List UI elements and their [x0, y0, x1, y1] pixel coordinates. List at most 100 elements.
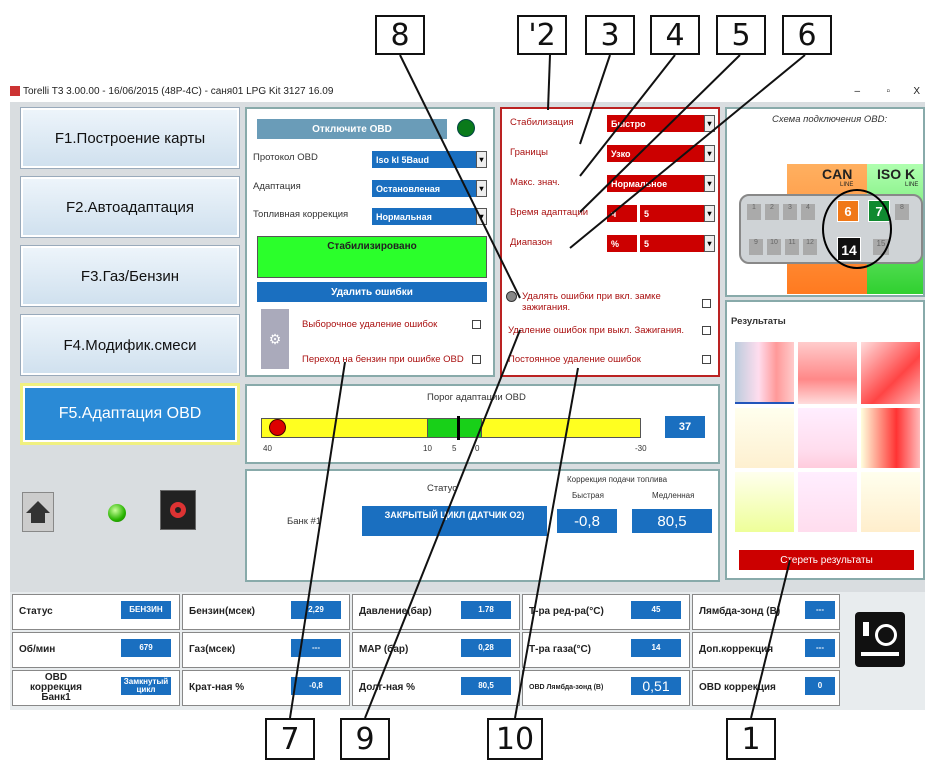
- chevron-down-icon: ▾: [704, 145, 715, 162]
- chevron-down-icon: ▾: [476, 151, 487, 168]
- obd-control-panel: Отключите OBD Протокол OBD Iso kl 5Baud ▾…: [245, 107, 495, 377]
- del-perm-checkbox[interactable]: [702, 355, 711, 364]
- fuel-correction-label: Топливная коррекция: [253, 209, 349, 220]
- status-readout: Статус БЕНЗИН: [12, 594, 180, 630]
- stab-select[interactable]: Быстро ▾: [607, 115, 715, 132]
- pin-12: 12: [803, 239, 817, 255]
- threshold-panel: Порог адаптации OBD 40 10 5 0 -30 37: [245, 384, 720, 464]
- bottom-readouts: Статус БЕНЗИН Об/мин 679 OBD коррекция Бан…: [10, 592, 925, 710]
- switch-petrol-label: Переход на бензин при ошибке OBD: [302, 354, 464, 365]
- del-off-label: Удаление ошибок при выкл. Зажигания.: [508, 325, 685, 336]
- delete-errors-button[interactable]: Удалить ошибки: [257, 282, 487, 302]
- callout-1: 1: [726, 718, 776, 760]
- status-led-icon: [108, 504, 126, 522]
- chevron-down-icon: ▾: [704, 235, 715, 252]
- selective-delete-checkbox[interactable]: [472, 320, 481, 329]
- results-cell: [798, 342, 857, 404]
- max-select[interactable]: Нормальное ▾: [607, 175, 715, 192]
- threshold-green-zone: [427, 418, 482, 438]
- callout-6: 6: [782, 15, 832, 55]
- app-icon: [10, 86, 20, 96]
- can-label: CAN: [822, 166, 853, 182]
- f4-mixture-button[interactable]: F4.Модифик.смеси: [20, 314, 240, 376]
- results-cell: [735, 408, 794, 468]
- adapt-time-unit: ч: [607, 205, 637, 222]
- disconnect-obd-button[interactable]: Отключите OBD: [257, 119, 447, 139]
- callout-5: 5: [716, 15, 766, 55]
- f2-autoadapt-button[interactable]: F2.Автоадаптация: [20, 176, 240, 238]
- protocol-label: Протокол OBD: [253, 152, 318, 163]
- obd-bank-readout: OBD коррекция Банк1 Замкнутый цикл: [12, 670, 180, 706]
- del-on-checkbox[interactable]: [702, 299, 711, 308]
- pin-1: 1: [747, 204, 761, 220]
- tick-40: 40: [263, 444, 272, 453]
- pin-8: 8: [895, 204, 909, 220]
- correction-title: Коррекция подачи топлива: [567, 475, 668, 484]
- status-title: Статус: [427, 483, 458, 494]
- results-cell: [861, 408, 920, 468]
- minimize-button[interactable]: –: [854, 86, 860, 97]
- results-cell: [798, 472, 857, 532]
- window-title: Torelli T3 3.00.00 - 16/06/2015 (48P-4C)…: [23, 85, 334, 97]
- obd-scheme-panel: Схема подключения OBD: CAN LINE ISO K LI…: [725, 107, 925, 297]
- obd-correction-readout: OBD коррекция 0: [692, 670, 840, 706]
- loop-status: ЗАКРЫТЫЙ ЦИКЛ (ДАТЧИК О2): [362, 506, 547, 536]
- rpm-readout: Об/мин 679: [12, 632, 180, 668]
- chevron-down-icon: ▾: [476, 208, 487, 225]
- fuel-correction-select[interactable]: Нормальная ▾: [372, 208, 487, 225]
- slow-label: Медленная: [652, 491, 695, 500]
- close-button[interactable]: X: [913, 86, 920, 97]
- del-on-label: Удалять ошибки при вкл. замке зажигания.: [522, 291, 661, 313]
- results-cell: [735, 342, 794, 404]
- adapt-select[interactable]: Остановленая ▾: [372, 180, 487, 197]
- results-cell: [735, 472, 794, 532]
- slow-correction-value: 80,5: [632, 509, 712, 533]
- adapt-time-select[interactable]: 5 ▾: [640, 205, 715, 222]
- pin-3: 3: [783, 204, 797, 220]
- del-off-checkbox[interactable]: [702, 326, 711, 335]
- map-readout: MAP (бар) 0,28: [352, 632, 520, 668]
- stabilized-indicator: Стабилизировано: [257, 236, 487, 278]
- threshold-value: 37: [665, 416, 705, 438]
- gas-readout: Газ(мсек) ---: [182, 632, 350, 668]
- chevron-down-icon: ▾: [704, 115, 715, 132]
- results-title: Результаты: [731, 316, 786, 327]
- fast-correction-value: -0,8: [557, 509, 617, 533]
- f3-gas-petrol-button[interactable]: F3.Газ/Бензин: [20, 245, 240, 307]
- home-icon[interactable]: [22, 492, 54, 532]
- clear-results-button[interactable]: Стереть результаты: [739, 550, 914, 570]
- connector-circle: [822, 189, 892, 269]
- results-cell: [861, 342, 920, 404]
- tick-0: 0: [475, 444, 480, 453]
- can-sub-label: LINE: [840, 182, 854, 188]
- window-titlebar: Torelli T3 3.00.00 - 16/06/2015 (48P-4C)…: [10, 80, 925, 102]
- callout-10: 10: [487, 718, 543, 760]
- limits-select[interactable]: Узко ▾: [607, 145, 715, 162]
- callout-7: 7: [265, 718, 315, 760]
- switch-petrol-checkbox[interactable]: [472, 355, 481, 364]
- maximize-button[interactable]: ▫: [886, 86, 890, 97]
- petrol-readout: Бензин(мсек) 2,29: [182, 594, 350, 630]
- chevron-down-icon: ▾: [704, 175, 715, 192]
- protocol-select[interactable]: Iso kl 5Baud ▾: [372, 151, 487, 168]
- pin-11: 11: [785, 239, 799, 255]
- range-select[interactable]: 5 ▾: [640, 235, 715, 252]
- results-cell: [861, 472, 920, 532]
- chevron-down-icon: ▾: [476, 180, 487, 197]
- stab-label: Стабилизация: [510, 117, 574, 128]
- lambda-readout: Лямбда-зонд (В) ---: [692, 594, 840, 630]
- f1-map-button[interactable]: F1.Построение карты: [20, 107, 240, 169]
- scheme-title: Схема подключения OBD:: [772, 114, 888, 125]
- max-label: Макс. знач.: [510, 177, 560, 188]
- f5-obd-adapt-button[interactable]: F5.Адаптация OBD: [20, 383, 240, 445]
- settings-gear-icon[interactable]: [160, 490, 196, 530]
- adapt-time-label: Время адаптации: [510, 207, 589, 218]
- pressure-readout: Давление(бар) 1.78: [352, 594, 520, 630]
- results-grid: [735, 342, 920, 532]
- obd-connection-led: [457, 119, 475, 137]
- range-unit: %: [607, 235, 637, 252]
- limits-label: Границы: [510, 147, 548, 158]
- results-panel: Результаты Стереть результаты: [725, 300, 925, 580]
- tick-minus30: -30: [635, 444, 647, 453]
- fast-label: Быстрая: [572, 491, 604, 500]
